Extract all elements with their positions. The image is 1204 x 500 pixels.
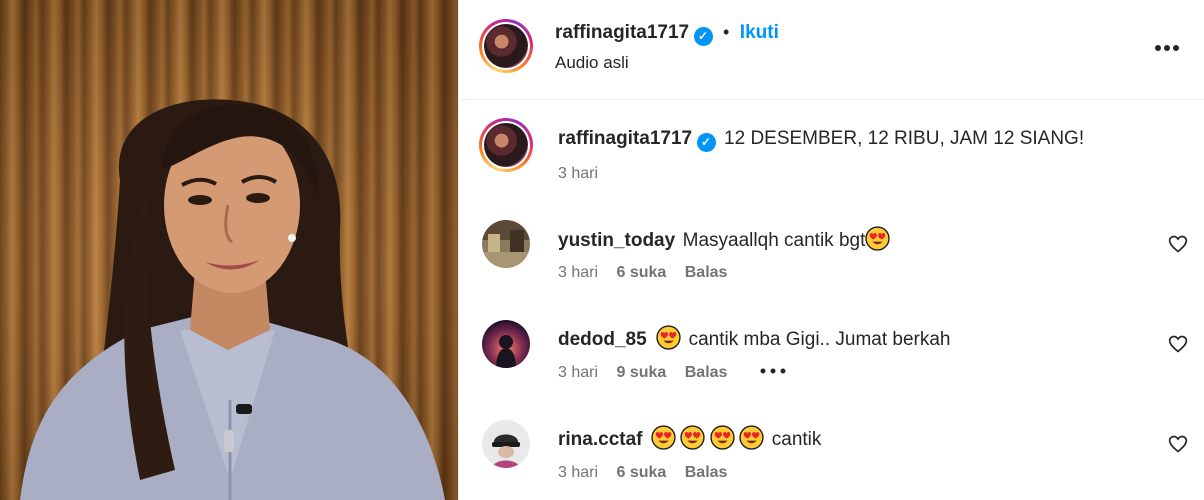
like-heart-icon[interactable] (1168, 334, 1188, 354)
post-details-panel: raffinagita1717 ✓ • Ikuti Audio asli raf… (459, 0, 1204, 500)
comment-meta: 3 hari 6 suka Balas (558, 264, 727, 282)
post-header: raffinagita1717 ✓ • Ikuti Audio asli (459, 0, 1204, 100)
comment-likes[interactable]: 9 suka (616, 364, 666, 381)
comment-username[interactable]: dedod_85 (558, 329, 647, 350)
comment-username[interactable]: yustin_today (558, 230, 675, 251)
more-options-icon[interactable] (1154, 44, 1180, 52)
woman-portrait-image (20, 99, 445, 500)
emoji-group (651, 425, 769, 450)
comment-text: cantik mba Gigi.. Jumat berkah (688, 329, 951, 350)
comment-text: Masyaallqh cantik bgt (682, 230, 866, 251)
caption-username[interactable]: raffinagita1717 (558, 128, 692, 149)
reply-button[interactable]: Balas (685, 364, 728, 381)
header-title-row: raffinagita1717 ✓ • Ikuti (555, 22, 779, 46)
post-media[interactable] (0, 0, 458, 500)
author-username[interactable]: raffinagita1717 (555, 22, 689, 43)
comment-likes[interactable]: 6 suka (616, 464, 666, 481)
comment-options-icon[interactable] (760, 368, 786, 374)
comment-row: rina.cctaf cantik (558, 425, 821, 451)
caption-row: raffinagita1717 ✓ 12 DESEMBER, 12 RIBU, … (558, 128, 1084, 152)
commenter-avatar[interactable] (482, 220, 530, 268)
heart-eyes-emoji-icon (656, 325, 681, 350)
audio-label[interactable]: Audio asli (555, 53, 629, 73)
separator-dot: • (723, 22, 730, 42)
heart-eyes-emoji-icon (651, 425, 676, 450)
comment-meta: 3 hari 9 suka Balas (558, 364, 786, 382)
like-heart-icon[interactable] (1168, 234, 1188, 254)
comment-row: dedod_85 cantik mba Gigi.. Jumat berkah (558, 325, 951, 351)
reply-button[interactable]: Balas (685, 464, 728, 481)
comment-text: cantik (771, 429, 822, 450)
like-heart-icon[interactable] (1168, 434, 1188, 454)
comment-time[interactable]: 3 hari (558, 364, 598, 381)
heart-eyes-emoji-icon (739, 425, 764, 450)
comment-meta: 3 hari 6 suka Balas (558, 464, 727, 482)
commenter-avatar[interactable] (482, 320, 530, 368)
comment-row: yustin_today Masyaallqh cantik bgt (558, 226, 891, 252)
comment-time[interactable]: 3 hari (558, 464, 598, 481)
caption-text: 12 DESEMBER, 12 RIBU, JAM 12 SIANG! (724, 128, 1085, 149)
caption-avatar[interactable] (479, 118, 533, 172)
verified-badge-icon: ✓ (693, 27, 713, 46)
comment-time[interactable]: 3 hari (558, 264, 598, 281)
heart-eyes-emoji-icon (680, 425, 706, 450)
verified-badge-icon: ✓ (696, 133, 716, 152)
commenter-avatar[interactable] (482, 420, 530, 468)
comment-username[interactable]: rina.cctaf (558, 429, 642, 450)
follow-button[interactable]: Ikuti (740, 22, 779, 43)
caption-time[interactable]: 3 hari (558, 165, 598, 183)
heart-eyes-emoji-icon (865, 226, 891, 251)
comment-likes[interactable]: 6 suka (616, 264, 666, 281)
reply-button[interactable]: Balas (685, 264, 728, 281)
heart-eyes-emoji-icon (710, 425, 735, 450)
author-avatar[interactable] (479, 19, 533, 73)
